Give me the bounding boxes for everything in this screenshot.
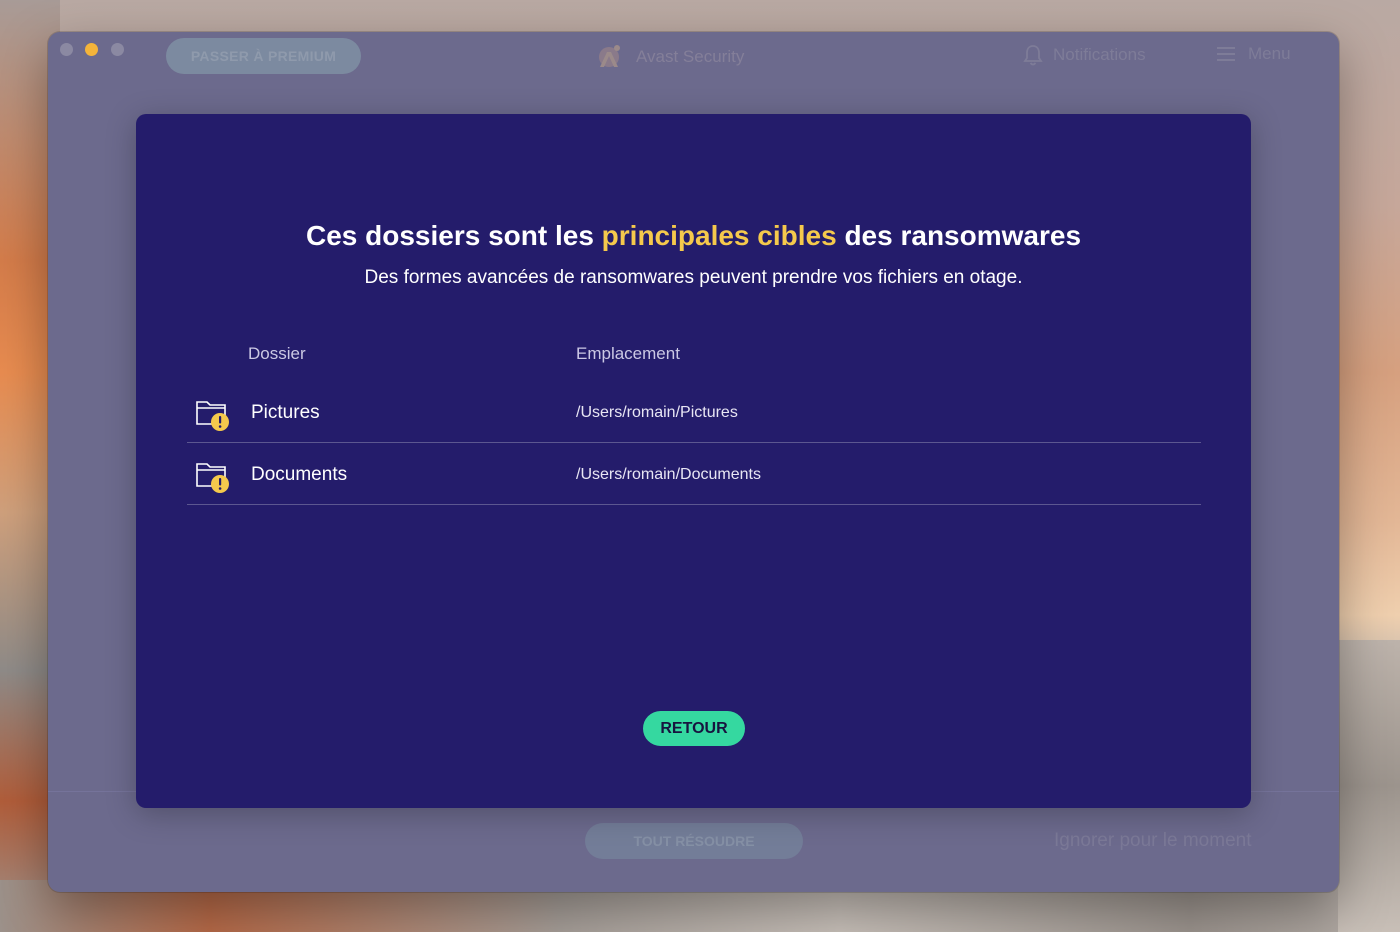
app-brand: Avast Security: [594, 42, 744, 72]
table-row: Pictures /Users/romain/Pictures: [187, 382, 1201, 443]
window-close-button[interactable]: [60, 43, 73, 56]
menu-label: Menu: [1248, 44, 1291, 63]
upgrade-premium-button[interactable]: PASSER À PREMIUM: [166, 38, 361, 74]
table-row: Documents /Users/romain/Documents: [187, 444, 1201, 505]
window-maximize-button[interactable]: [111, 43, 124, 56]
column-header-folder: Dossier: [248, 344, 306, 363]
notifications-button[interactable]: Notifications: [1023, 44, 1146, 66]
title-bar: PASSER À PREMIUM Avast Security Notifica…: [48, 32, 1339, 84]
desktop-wallpaper-right: [1338, 640, 1400, 932]
ignore-for-now-link[interactable]: Ignorer pour le moment: [1054, 830, 1252, 852]
back-button[interactable]: RETOUR: [643, 711, 745, 746]
folder-path: /Users/romain/Pictures: [576, 404, 738, 421]
resolve-all-button[interactable]: TOUT RÉSOUDRE: [585, 823, 803, 859]
dialog-title-end: des ransomwares: [836, 220, 1082, 251]
dialog-title-highlight: principales cibles: [601, 220, 837, 251]
folder-path: /Users/romain/Documents: [576, 466, 761, 483]
notifications-label: Notifications: [1053, 45, 1146, 64]
dialog-title-start: Ces dossiers sont les: [305, 220, 602, 251]
hamburger-menu-icon: [1217, 47, 1235, 61]
folder-warning-icon: [196, 463, 229, 493]
ransomware-targets-dialog: Ces dossiers sont les principales cibles…: [136, 114, 1251, 808]
dialog-subtitle: Des formes avancées de ransomwares peuve…: [364, 267, 1023, 288]
menu-button[interactable]: Menu: [1216, 44, 1291, 64]
dialog-title: Ces dossiers sont les principales cibles…: [136, 220, 1251, 252]
avast-logo-icon: [599, 45, 620, 67]
folder-name: Documents: [251, 464, 348, 485]
folder-name: Pictures: [251, 402, 320, 423]
folder-warning-icon: [196, 401, 229, 431]
app-title: Avast Security: [636, 47, 745, 66]
column-header-location: Emplacement: [576, 344, 680, 363]
window-minimize-button[interactable]: [85, 43, 98, 56]
bell-icon: [1023, 45, 1043, 66]
